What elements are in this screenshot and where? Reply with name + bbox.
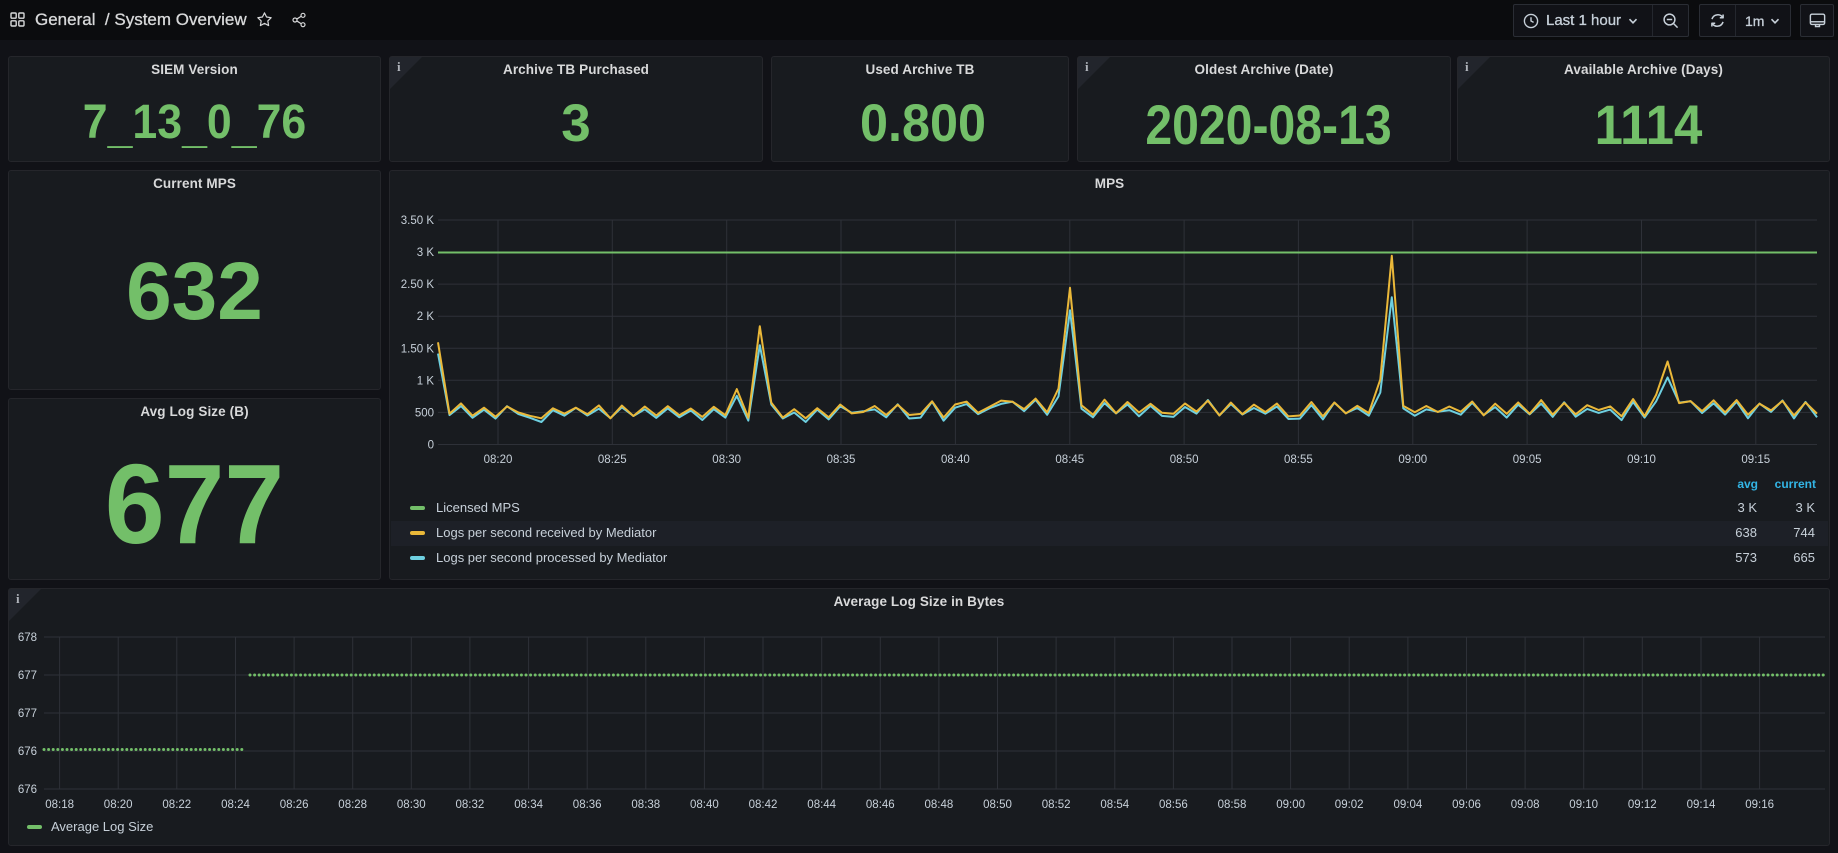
svg-text:2 K: 2 K [417, 311, 435, 323]
svg-text:08:38: 08:38 [631, 799, 660, 811]
svg-text:08:20: 08:20 [104, 799, 133, 811]
svg-text:08:46: 08:46 [866, 799, 895, 811]
svg-text:08:56: 08:56 [1159, 799, 1188, 811]
svg-text:08:44: 08:44 [807, 799, 836, 811]
svg-text:676: 676 [18, 784, 37, 796]
svg-text:09:02: 09:02 [1335, 799, 1364, 811]
svg-text:09:06: 09:06 [1452, 799, 1481, 811]
svg-text:3 K: 3 K [417, 247, 435, 259]
svg-text:08:30: 08:30 [712, 454, 741, 466]
svg-text:08:25: 08:25 [598, 454, 627, 466]
svg-text:08:22: 08:22 [162, 799, 191, 811]
svg-text:09:00: 09:00 [1398, 454, 1427, 466]
svg-text:08:28: 08:28 [338, 799, 367, 811]
svg-text:09:04: 09:04 [1394, 799, 1423, 811]
svg-text:09:12: 09:12 [1628, 799, 1657, 811]
svg-text:08:48: 08:48 [925, 799, 954, 811]
svg-text:08:26: 08:26 [280, 799, 309, 811]
svg-text:678: 678 [18, 632, 37, 644]
svg-text:677: 677 [18, 708, 37, 720]
svg-text:08:24: 08:24 [221, 799, 250, 811]
svg-text:08:45: 08:45 [1055, 454, 1084, 466]
svg-text:09:10: 09:10 [1569, 799, 1598, 811]
svg-text:08:34: 08:34 [514, 799, 543, 811]
svg-text:08:54: 08:54 [1100, 799, 1129, 811]
svg-text:09:08: 09:08 [1511, 799, 1540, 811]
svg-text:08:52: 08:52 [1042, 799, 1071, 811]
svg-text:08:35: 08:35 [827, 454, 856, 466]
svg-text:677: 677 [18, 670, 37, 682]
svg-text:09:16: 09:16 [1745, 799, 1774, 811]
svg-text:0: 0 [428, 440, 434, 452]
svg-text:08:18: 08:18 [45, 799, 74, 811]
svg-text:09:14: 09:14 [1687, 799, 1716, 811]
svg-text:08:36: 08:36 [573, 799, 602, 811]
svg-text:08:55: 08:55 [1284, 454, 1313, 466]
svg-text:1.50 K: 1.50 K [401, 343, 435, 355]
svg-text:2.50 K: 2.50 K [401, 279, 435, 291]
svg-text:09:00: 09:00 [1276, 799, 1305, 811]
svg-text:08:20: 08:20 [484, 454, 513, 466]
svg-text:08:40: 08:40 [941, 454, 970, 466]
svg-text:08:42: 08:42 [749, 799, 778, 811]
svg-text:09:10: 09:10 [1627, 454, 1656, 466]
svg-text:08:50: 08:50 [1170, 454, 1199, 466]
svg-text:09:05: 09:05 [1513, 454, 1542, 466]
svg-text:09:15: 09:15 [1741, 454, 1770, 466]
svg-text:3.50 K: 3.50 K [401, 215, 435, 227]
svg-text:676: 676 [18, 746, 37, 758]
svg-text:500: 500 [415, 407, 434, 419]
svg-text:08:30: 08:30 [397, 799, 426, 811]
svg-text:08:40: 08:40 [690, 799, 719, 811]
svg-text:1 K: 1 K [417, 375, 435, 387]
svg-text:08:50: 08:50 [983, 799, 1012, 811]
svg-text:08:32: 08:32 [456, 799, 485, 811]
svg-text:08:58: 08:58 [1218, 799, 1247, 811]
